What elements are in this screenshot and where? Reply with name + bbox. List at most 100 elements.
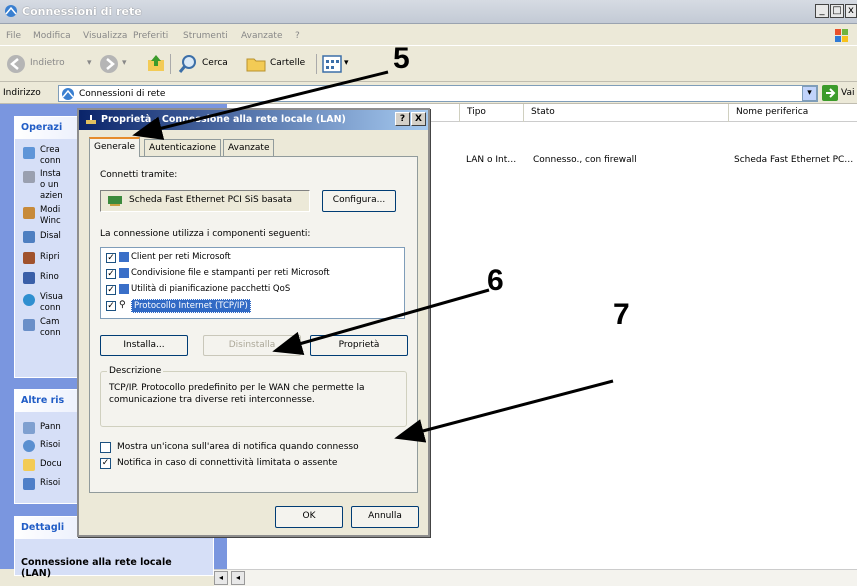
go-label: Vai	[841, 88, 855, 98]
network-card-icon	[108, 196, 122, 206]
uninstall-button[interactable]: Disinstalla	[203, 335, 301, 356]
properties-button[interactable]: Proprietà	[310, 335, 408, 356]
show-icon-label[interactable]: Mostra un'icona sull'area di notifica qu…	[117, 442, 359, 452]
properties-dialog: Proprietà - Connessione alla rete locale…	[77, 108, 430, 537]
column-stato[interactable]: Stato	[531, 107, 555, 117]
details-connection-name: Connessione alla rete locale (LAN)	[21, 557, 172, 579]
task-item[interactable]: Ripri	[40, 252, 60, 263]
component-item[interactable]: Utilità di pianificazione pacchetti QoS	[131, 284, 290, 294]
windows-logo-icon	[835, 29, 848, 42]
menu-help[interactable]: ?	[295, 31, 300, 41]
folders-button[interactable]: Cartelle	[246, 53, 310, 75]
task-item[interactable]: Modi Winc	[40, 205, 61, 227]
back-label: Indietro	[30, 58, 65, 68]
description-title: Descrizione	[107, 366, 164, 376]
search-label: Cerca	[202, 58, 228, 68]
network-connections-icon	[5, 5, 17, 17]
components-list[interactable]: ✓ Client per reti Microsoft ✓ Condivisio…	[100, 247, 405, 319]
menu-avanzate[interactable]: Avanzate	[241, 31, 282, 41]
component-checkbox[interactable]: ✓	[106, 253, 116, 263]
views-button[interactable]: ▾	[322, 53, 358, 75]
task-item[interactable]: Visua conn	[40, 292, 63, 314]
window-title: Connessioni di rete	[22, 5, 142, 18]
menu-visualizza[interactable]: Visualizza	[83, 31, 127, 41]
network-connections-icon	[62, 88, 74, 100]
component-item[interactable]: Condivisione file e stampanti per reti M…	[131, 268, 330, 278]
create-connection-icon	[23, 147, 35, 159]
column-tipo[interactable]: Tipo	[467, 107, 486, 117]
menu-preferiti[interactable]: Preferiti	[133, 31, 168, 41]
search-button[interactable]: Cerca	[178, 53, 236, 75]
install-button[interactable]: Installa...	[100, 335, 188, 356]
tab-generale[interactable]: Generale	[89, 137, 141, 157]
cell-tipo[interactable]: LAN o Int…	[466, 155, 516, 165]
address-field[interactable]: Connessioni di rete ▾	[58, 85, 818, 102]
components-label: La connessione utilizza i componenti seg…	[100, 229, 311, 239]
component-checkbox[interactable]: ✓	[106, 269, 116, 279]
close-window-button[interactable]: x	[845, 4, 857, 18]
task-item[interactable]: Crea conn	[40, 145, 61, 167]
tab-autenticazione[interactable]: Autenticazione	[144, 139, 222, 157]
views-dropdown-icon: ▾	[344, 58, 349, 68]
forward-arrow-icon[interactable]	[99, 54, 119, 74]
close-dialog-button[interactable]: X	[411, 112, 426, 126]
address-dropdown-button[interactable]: ▾	[802, 86, 817, 101]
notify-checkbox[interactable]: ✓	[100, 458, 111, 469]
address-label: Indirizzo	[3, 88, 41, 98]
component-item[interactable]: Client per reti Microsoft	[131, 252, 231, 262]
modify-firewall-icon	[23, 207, 35, 219]
title-bar[interactable]: Connessioni di rete _ □ x	[0, 0, 857, 24]
menu-modifica[interactable]: Modifica	[33, 31, 71, 41]
column-nome-periferica[interactable]: Nome periferica	[736, 107, 808, 117]
task-item[interactable]: Insta o un azien	[40, 169, 63, 202]
cell-stato[interactable]: Connesso., con firewall	[533, 155, 637, 165]
up-folder-icon[interactable]	[146, 53, 166, 73]
back-button[interactable]: Indietro	[6, 53, 66, 75]
component-checkbox[interactable]: ✓	[106, 301, 116, 311]
component-item-selected[interactable]: Protocollo Internet (TCP/IP)	[131, 299, 251, 313]
back-dropdown-icon[interactable]: ▾	[87, 58, 92, 68]
search-icon	[178, 55, 196, 73]
annotation-6: 6	[487, 264, 504, 297]
show-icon-checkbox[interactable]	[100, 442, 111, 453]
address-value: Connessioni di rete	[79, 89, 166, 99]
documents-folder-icon	[23, 459, 35, 471]
menu-bar: File Modifica Visualizza Preferiti Strum…	[0, 24, 857, 46]
menu-strumenti[interactable]: Strumenti	[183, 31, 228, 41]
go-button[interactable]: Vai	[822, 85, 856, 102]
toolbar-separator	[170, 54, 171, 74]
minimize-button[interactable]: _	[815, 4, 829, 18]
install-network-icon	[23, 171, 35, 183]
maximize-button[interactable]: □	[830, 4, 844, 18]
configure-button[interactable]: Configura...	[322, 190, 396, 212]
tab-avanzate[interactable]: Avanzate	[223, 139, 275, 157]
other-item[interactable]: Pann	[40, 422, 61, 433]
scroll-left-button[interactable]: ◂	[214, 571, 228, 585]
network-resources-icon	[23, 440, 35, 452]
horizontal-scrollbar[interactable]: ◂ ◂	[214, 569, 857, 586]
help-button[interactable]: ?	[395, 112, 410, 126]
description-text: TCP/IP. Protocollo predefinito per le WA…	[109, 383, 365, 405]
ok-button[interactable]: OK	[275, 506, 343, 528]
disable-icon	[23, 231, 35, 243]
toolbar-separator	[316, 54, 317, 74]
component-checkbox[interactable]: ✓	[106, 285, 116, 295]
other-item[interactable]: Docu	[40, 459, 62, 470]
toolbar: Indietro ▾ ▾ Cerca Cartelle ▾	[0, 46, 857, 82]
scroll-left-arrow-icon[interactable]: ◂	[231, 571, 245, 585]
control-panel-icon	[23, 422, 35, 434]
other-item[interactable]: Risoi	[40, 478, 60, 489]
explorer-window: Connessioni di rete _ □ x File Modifica …	[0, 0, 857, 586]
other-item[interactable]: Risoi	[40, 440, 60, 451]
notify-label[interactable]: Notifica in caso di connettività limitat…	[117, 458, 337, 468]
rename-icon	[23, 272, 35, 284]
task-item[interactable]: Disal	[40, 231, 61, 242]
cancel-button[interactable]: Annulla	[351, 506, 419, 528]
cell-nome[interactable]: Scheda Fast Ethernet PC…	[734, 155, 853, 165]
forward-dropdown-icon[interactable]: ▾	[122, 58, 127, 68]
adapter-field: Scheda Fast Ethernet PCI SiS basata	[100, 190, 310, 212]
task-item[interactable]: Rino	[40, 272, 59, 283]
dialog-title-bar[interactable]: Proprietà - Connessione alla rete locale…	[79, 110, 428, 130]
menu-file[interactable]: File	[6, 31, 21, 41]
task-item[interactable]: Cam conn	[40, 317, 61, 339]
